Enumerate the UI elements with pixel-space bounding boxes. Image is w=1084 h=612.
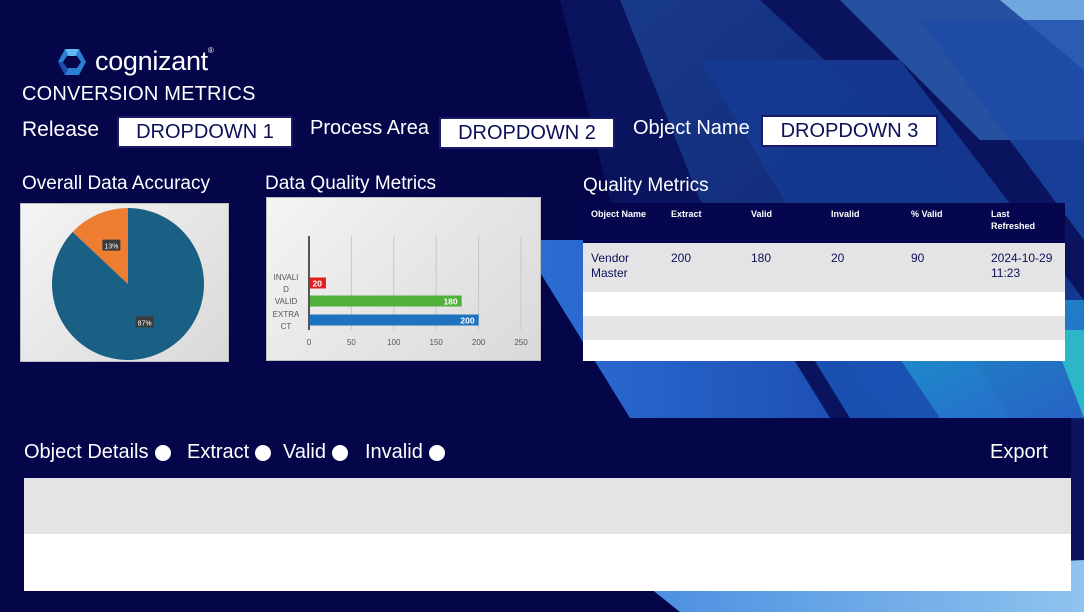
table-row-empty: [583, 316, 1065, 340]
release-dropdown[interactable]: DROPDOWN 1: [117, 116, 293, 148]
pie-data-label: 13%: [104, 244, 118, 251]
dq-metrics-chart-card: 0 50 100 150 200 250 20 INVALI D 180 VALID 200 EXTRA…: [266, 197, 541, 361]
quality-metrics-title: Quality Metrics: [583, 175, 709, 196]
page-title: CONVERSION METRICS: [22, 83, 256, 105]
cognizant-logo: cognizant®: [55, 46, 214, 77]
object-details-grid: [24, 478, 1071, 591]
y-category-label: CT: [281, 322, 292, 331]
y-category-label: D: [283, 285, 289, 294]
process-area-dropdown[interactable]: DROPDOWN 2: [439, 117, 615, 149]
invalid-radio[interactable]: [428, 444, 445, 461]
x-tick-label: 100: [387, 338, 401, 347]
cell-extract: 200: [671, 251, 692, 265]
overall-accuracy-pie-chart: 13% 87%: [52, 208, 205, 360]
col-percent-valid[interactable]: % Valid: [903, 203, 983, 243]
grid-row: [24, 478, 1071, 534]
extract-label: Extract: [187, 441, 250, 463]
col-object-name[interactable]: Object Name: [583, 203, 663, 243]
release-label: Release: [22, 118, 100, 141]
table-row-empty: [583, 340, 1065, 361]
valid-label: Valid: [283, 441, 326, 463]
bar: [310, 314, 479, 326]
overall-accuracy-title: Overall Data Accuracy: [22, 173, 210, 194]
col-extract[interactable]: Extract: [663, 203, 743, 243]
quality-metrics-table: Object Name Extract Valid Invalid % Vali…: [583, 203, 1065, 361]
invalid-label: Invalid: [365, 441, 423, 463]
extract-radio[interactable]: [255, 444, 272, 461]
cell-invalid: 20: [831, 251, 845, 265]
col-valid[interactable]: Valid: [743, 203, 823, 243]
valid-option[interactable]: Valid: [283, 441, 348, 464]
x-tick-label: 250: [514, 338, 528, 347]
y-category-label: VALID: [275, 297, 298, 306]
invalid-option[interactable]: Invalid: [365, 441, 445, 464]
quality-metrics-header-row: Object Name Extract Valid Invalid % Vali…: [583, 203, 1065, 243]
overall-accuracy-chart-card: 13% 87%: [20, 203, 229, 362]
x-tick-label: 200: [472, 338, 486, 347]
object-details-option[interactable]: Object Details: [24, 441, 171, 464]
bar: [310, 295, 462, 307]
table-row-empty: [583, 292, 1065, 316]
table-row[interactable]: Vendor Master 200 180 20 90 2024-10-29 1…: [583, 243, 1065, 292]
object-details-label: Object Details: [24, 441, 149, 463]
cell-percent-valid: 90: [911, 251, 925, 265]
pie-data-label: 87%: [138, 320, 152, 327]
object-name-label: Object Name: [633, 117, 750, 139]
dq-metrics-bar-chart: 0 50 100 150 200 250 20 INVALI D 180 VALID 200 EXTRA…: [273, 236, 528, 347]
col-last-refreshed[interactable]: Last Refreshed: [983, 203, 1043, 243]
process-area-label: Process Area: [310, 117, 429, 139]
y-category-label: INVALI: [274, 273, 299, 282]
cell-last-refreshed: 2024-10-29 11:23: [991, 251, 1053, 280]
bar-data-label: 200: [460, 316, 474, 326]
bar-data-label: 20: [312, 279, 322, 289]
object-details-radio[interactable]: [154, 444, 171, 461]
x-tick-label: 50: [347, 338, 356, 347]
valid-radio[interactable]: [332, 444, 348, 461]
export-button[interactable]: Export: [990, 441, 1048, 464]
extract-option[interactable]: Extract: [187, 441, 272, 464]
cell-object-name: Vendor Master: [591, 251, 630, 280]
cell-valid: 180: [751, 251, 772, 265]
dq-metrics-title: Data Quality Metrics: [265, 173, 437, 194]
x-tick-label: 0: [307, 338, 312, 347]
object-details-bar: [17, 418, 1071, 478]
object-name-dropdown[interactable]: DROPDOWN 3: [761, 115, 938, 147]
cognizant-logo-icon: [58, 48, 86, 75]
x-tick-label: 150: [430, 338, 444, 347]
col-invalid[interactable]: Invalid: [823, 203, 903, 243]
y-category-label: EXTRA: [273, 310, 300, 319]
bar-data-label: 180: [443, 297, 457, 307]
